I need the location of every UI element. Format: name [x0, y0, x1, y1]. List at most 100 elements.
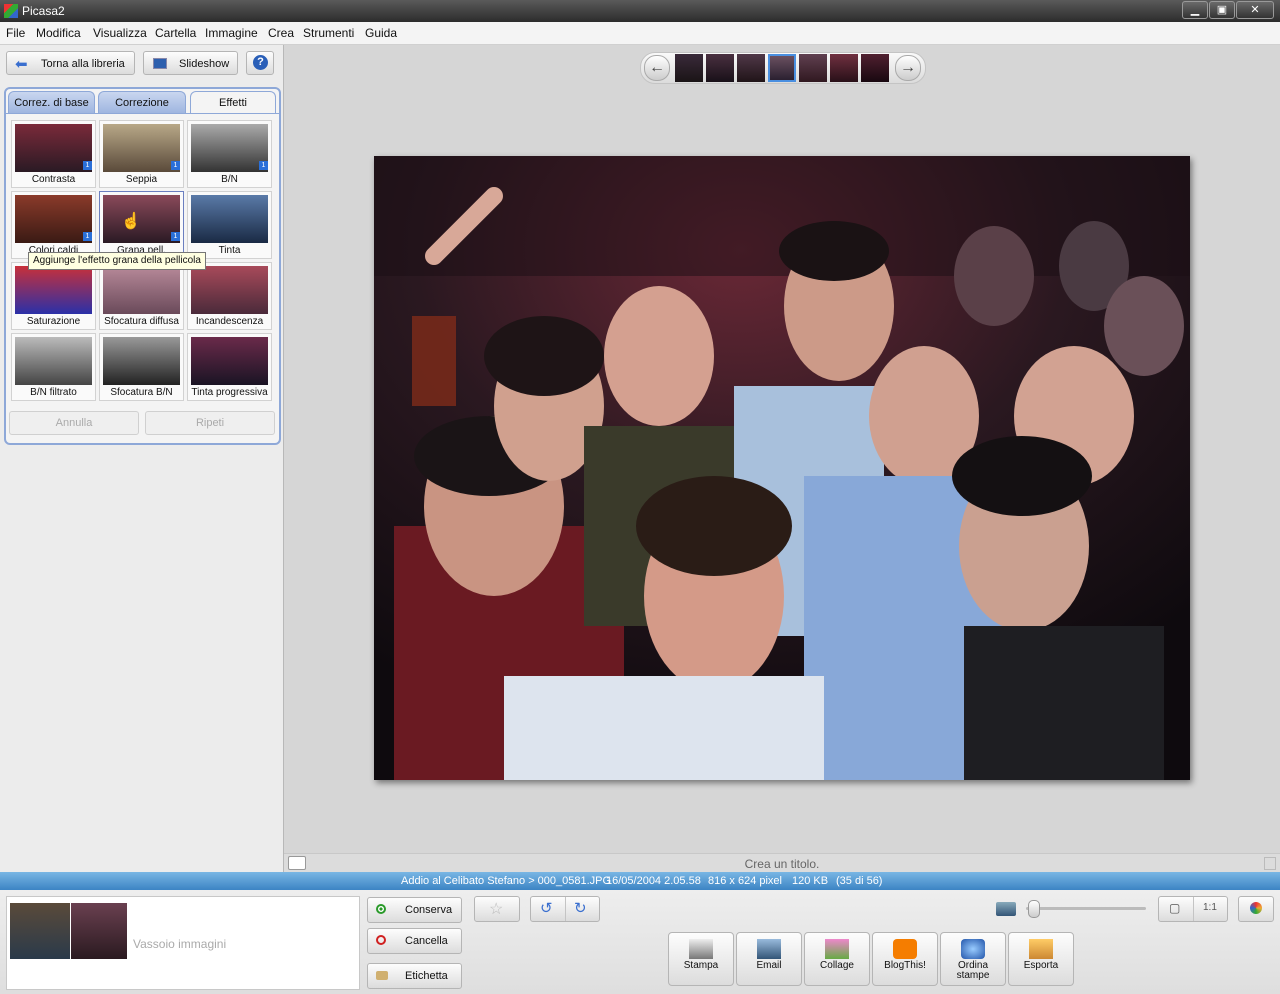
tab-effetti[interactable]: Effetti	[190, 91, 276, 113]
effect-sfocatura-b-n[interactable]: Sfocatura B/N	[99, 333, 184, 401]
effect-thumbnail	[103, 266, 180, 314]
color-picker-button[interactable]	[1238, 896, 1274, 922]
photo-date: 16/05/2004 2.05.58	[606, 875, 701, 887]
ripeti-button[interactable]: Ripeti	[145, 411, 275, 435]
effect-sfocatura-diffusa[interactable]: Sfocatura diffusa	[99, 262, 184, 330]
effect-thumbnail	[15, 195, 92, 243]
arrow-left-icon: ⬅	[15, 56, 28, 73]
star-icon: ☆	[489, 901, 504, 918]
hand-cursor-icon: ☝	[121, 213, 141, 230]
effect-seppia[interactable]: 1 Seppia	[99, 120, 184, 188]
tab-correz-di-base[interactable]: Correz. di base	[8, 91, 95, 113]
effect-contrasta[interactable]: 1 Contrasta	[11, 120, 96, 188]
effect-incandescenza[interactable]: Incandescenza	[187, 262, 272, 330]
hold-label: Conserva	[405, 904, 453, 916]
menu-immagine[interactable]: Immagine	[205, 26, 258, 40]
order-prints-icon	[961, 939, 985, 959]
window-title: Picasa2	[22, 4, 65, 18]
filmstrip-thumb[interactable]	[830, 54, 858, 82]
effect-label: B/N filtrato	[30, 387, 77, 398]
slideshow-label: Slideshow	[179, 58, 230, 70]
filmstrip-thumb[interactable]	[675, 54, 703, 82]
rotate-right-icon[interactable]: ↻	[574, 899, 587, 917]
effect-colori-caldi[interactable]: 1 Colori caldi	[11, 191, 96, 259]
red-circle-icon	[376, 935, 386, 945]
filmstrip-thumb[interactable]	[799, 54, 827, 82]
effect-tinta[interactable]: Tinta	[187, 191, 272, 259]
effect-thumbnail	[103, 124, 180, 172]
minimize-button[interactable]: ▁	[1182, 1, 1208, 19]
info-bar: Addio al Celibato Stefano > 000_0581.JPG…	[0, 872, 1280, 890]
collage-button[interactable]: Collage	[804, 932, 870, 986]
label-button[interactable]: Etichetta	[367, 963, 462, 989]
tray-thumb[interactable]	[71, 903, 127, 959]
rotate-left-icon[interactable]: ↺	[540, 899, 553, 917]
slideshow-button[interactable]: Slideshow	[143, 51, 238, 75]
output-label: BlogThis!	[884, 960, 926, 971]
menu-crea[interactable]: Crea	[268, 26, 294, 40]
help-button[interactable]: ?	[246, 51, 274, 75]
effect-label: B/N	[221, 174, 238, 185]
effect-thumbnail	[191, 337, 268, 385]
effect-grana-pell[interactable]: 1 Grana pell.	[99, 191, 184, 259]
blogger-button[interactable]: BlogThis!	[872, 932, 938, 986]
trash-icon[interactable]	[1264, 857, 1276, 870]
next-photo-button[interactable]: →	[895, 55, 921, 81]
clear-button[interactable]: Cancella	[367, 928, 462, 954]
back-to-library-label: Torna alla libreria	[41, 58, 125, 70]
filmstrip-thumb[interactable]	[737, 54, 765, 82]
effect-badge: 1	[259, 161, 268, 170]
effect-badge: 1	[171, 232, 180, 241]
picture-tray[interactable]: Vassoio immagini	[6, 896, 360, 990]
effect-thumbnail	[191, 266, 268, 314]
effect-b-n-filtrato[interactable]: B/N filtrato	[11, 333, 96, 401]
hold-button[interactable]: Conserva	[367, 897, 462, 923]
filmstrip-thumb-current[interactable]	[768, 54, 796, 82]
picasa-app-icon	[4, 4, 18, 18]
fit-view-button[interactable]: ▢	[1169, 901, 1180, 915]
caption-input[interactable]: Crea un titolo.	[284, 857, 1280, 871]
effect-label: Saturazione	[26, 316, 81, 327]
export-button[interactable]: Esporta	[1008, 932, 1074, 986]
star-button[interactable]: ☆	[474, 896, 520, 922]
menu-file[interactable]: File	[6, 26, 25, 40]
effect-saturazione[interactable]: Saturazione	[11, 262, 96, 330]
output-label: Collage	[820, 960, 854, 971]
tray-label: Vassoio immagini	[133, 937, 227, 951]
menu-modifica[interactable]: Modifica	[36, 26, 81, 40]
effect-badge: 1	[83, 161, 92, 170]
email-button[interactable]: Email	[736, 932, 802, 986]
printer-button[interactable]: Stampa	[668, 932, 734, 986]
zoom-slider-handle[interactable]	[1028, 900, 1040, 918]
tray-thumb[interactable]	[10, 903, 70, 959]
menu-guida[interactable]: Guida	[365, 26, 397, 40]
back-to-library-button[interactable]: ⬅ Torna alla libreria	[6, 51, 135, 75]
effect-label: Tinta progressiva	[191, 387, 268, 398]
effect-tooltip: Aggiunge l'effetto grana della pellicola	[28, 252, 206, 270]
menu-cartella[interactable]: Cartella	[155, 26, 196, 40]
photo-path: Addio al Celibato Stefano > 000_0581.JPG	[401, 875, 612, 887]
effect-b-n[interactable]: 1 B/N	[187, 120, 272, 188]
previous-photo-button[interactable]: ←	[644, 55, 670, 81]
effect-label: Sfocatura B/N	[110, 387, 173, 398]
help-icon: ?	[253, 55, 268, 70]
filmstrip-thumb[interactable]	[861, 54, 889, 82]
close-button[interactable]: ✕	[1236, 1, 1274, 19]
edit-panel: ⬅ Torna alla libreria Slideshow ? Correz…	[0, 45, 284, 872]
effect-label: Contrasta	[31, 174, 76, 185]
zoom-slider[interactable]	[1026, 907, 1146, 910]
main-photo[interactable]	[374, 156, 1190, 780]
effect-thumbnail	[103, 337, 180, 385]
tab-correzione[interactable]: Correzione	[98, 91, 186, 113]
order-prints-button[interactable]: Ordina stampe	[940, 932, 1006, 986]
effect-tinta-progressiva[interactable]: Tinta progressiva	[187, 333, 272, 401]
menu-strumenti[interactable]: Strumenti	[303, 26, 354, 40]
menu-visualizza[interactable]: Visualizza	[93, 26, 147, 40]
annulla-button[interactable]: Annulla	[9, 411, 139, 435]
actual-size-button[interactable]: 1:1	[1203, 902, 1217, 913]
maximize-button[interactable]: ▣	[1209, 1, 1235, 19]
effect-badge: 1	[171, 161, 180, 170]
effect-badge: 1	[83, 232, 92, 241]
color-wheel-icon	[1250, 902, 1262, 914]
filmstrip-thumb[interactable]	[706, 54, 734, 82]
